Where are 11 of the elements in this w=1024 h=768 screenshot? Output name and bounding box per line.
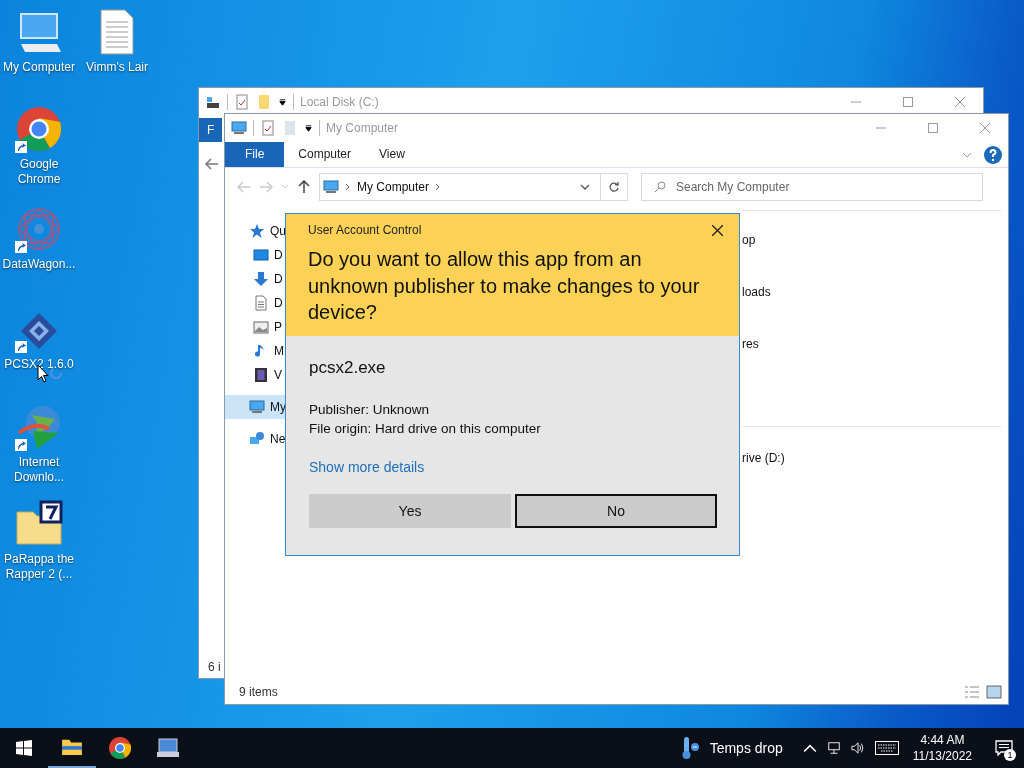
notification-count: 1: [1004, 749, 1016, 761]
program-name: pcsx2.exe: [309, 357, 386, 378]
status-text: 9 items: [239, 685, 278, 699]
address-text: My Computer: [357, 180, 430, 194]
dialog-title: User Account Control: [308, 223, 422, 237]
window-title: My Computer: [326, 121, 399, 135]
status-text: 6 i: [208, 660, 221, 674]
detail-text: Publisher: Unknown: [309, 400, 431, 419]
dialog-question: Do you want to allow this app from an unknown publisher to make changes to your device?: [308, 247, 701, 325]
window-title: Local Disk (C:): [300, 95, 379, 109]
detail-text: File origin: Hard drive on this computer: [309, 420, 541, 438]
